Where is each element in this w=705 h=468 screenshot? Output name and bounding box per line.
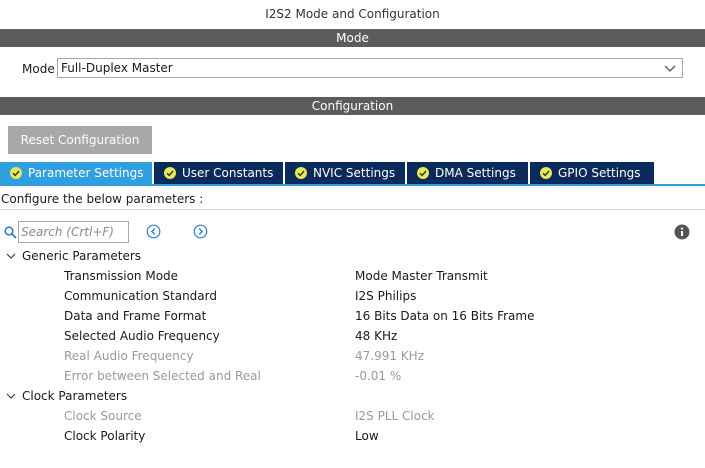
search-input[interactable] [18,221,129,243]
param-name: Clock Polarity [64,429,146,443]
param-row[interactable]: Communication Standard I2S Philips [0,286,705,306]
param-row-disabled: Clock Source I2S PLL Clock [0,406,705,426]
param-row[interactable]: Data and Frame Format 16 Bits Data on 16… [0,306,705,326]
param-row[interactable]: Selected Audio Frequency 48 KHz [0,326,705,346]
param-name: Transmission Mode [64,269,179,283]
tab-label: Parameter Settings [28,166,144,180]
param-value: Mode Master Transmit [355,269,488,283]
tab-underline [0,184,705,186]
group-clock-parameters[interactable]: Clock Parameters [0,386,127,406]
param-value: I2S PLL Clock [355,409,435,423]
divider [0,209,705,210]
param-row-disabled: Error between Selected and Real -0.01 % [0,366,705,386]
tab-dma-settings[interactable]: DMA Settings [407,162,528,184]
tab-nvic-settings[interactable]: NVIC Settings [285,162,405,184]
param-name: Real Audio Frequency [64,349,194,363]
check-circle-icon [164,167,176,179]
group-label: Generic Parameters [22,249,142,263]
param-row[interactable]: Clock Polarity Low [0,426,705,446]
param-value: 48 KHz [355,329,398,343]
tab-user-constants[interactable]: User Constants [154,162,283,184]
check-circle-icon [417,167,429,179]
tab-label: DMA Settings [435,166,516,180]
mode-label: Mode [22,62,55,76]
tab-label: NVIC Settings [313,166,396,180]
param-value: 16 Bits Data on 16 Bits Frame [355,309,535,323]
mode-select[interactable]: Full-Duplex Master [57,58,683,78]
mode-select-value: Full-Duplex Master [61,61,173,75]
window-title: I2S2 Mode and Configuration [265,7,440,21]
param-value: 47.991 KHz [355,349,424,363]
tab-label: User Constants [182,166,274,180]
tab-parameter-settings[interactable]: Parameter Settings [0,162,152,184]
param-name: Data and Frame Format [64,309,207,323]
reset-configuration-button[interactable]: Reset Configuration [8,126,152,154]
param-value: -0.01 % [355,369,402,383]
next-match-icon[interactable] [193,224,208,239]
param-value: Low [355,429,379,443]
check-circle-icon [540,167,552,179]
group-label: Clock Parameters [22,389,128,403]
tab-gpio-settings[interactable]: GPIO Settings [530,162,654,184]
check-circle-icon [10,167,22,179]
configure-instructions: Configure the below parameters : [1,192,204,206]
param-value: I2S Philips [355,289,417,303]
search-icon [4,226,17,239]
previous-match-icon[interactable] [146,224,161,239]
param-row-disabled: Real Audio Frequency 47.991 KHz [0,346,705,366]
info-icon[interactable] [674,224,690,240]
tab-label: GPIO Settings [558,166,641,180]
tab-bar: Parameter Settings User Constants NVIC S… [0,162,656,184]
param-name: Communication Standard [64,289,217,303]
mode-section-header: Mode [0,29,705,47]
chevron-down-icon [6,393,16,399]
param-row[interactable]: Transmission Mode Mode Master Transmit [0,266,705,286]
chevron-down-icon [6,253,16,259]
param-name: Clock Source [64,409,142,423]
check-circle-icon [295,167,307,179]
param-name: Error between Selected and Real [64,369,261,383]
chevron-down-icon [664,65,676,72]
param-name: Selected Audio Frequency [64,329,220,343]
group-generic-parameters[interactable]: Generic Parameters [0,246,141,266]
configuration-section-header: Configuration [0,97,705,115]
